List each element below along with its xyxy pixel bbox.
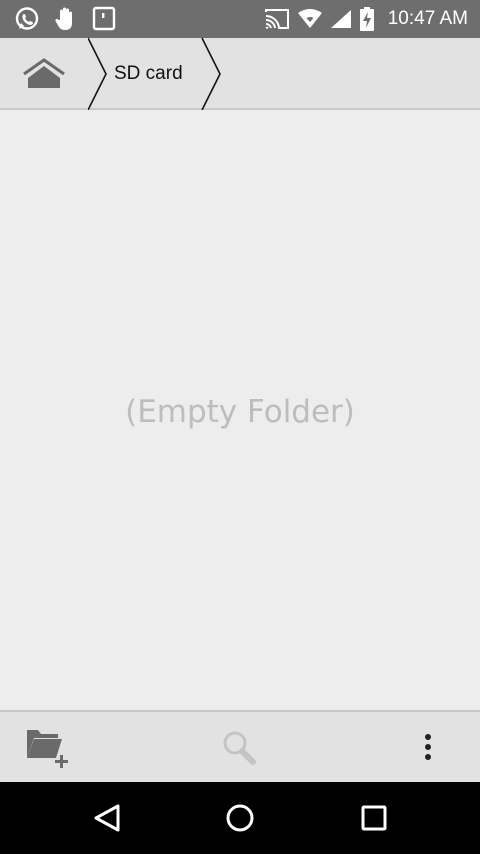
signal-icon	[330, 9, 352, 29]
search-icon	[223, 731, 256, 765]
file-list[interactable]: (Empty Folder)	[0, 112, 480, 710]
breadcrumb-item-label: SD card	[114, 63, 183, 84]
recents-icon	[361, 805, 387, 831]
clock: 10:47 AM	[387, 8, 468, 29]
system-icons: 10:47 AM	[264, 6, 468, 32]
hand-icon	[54, 6, 78, 32]
new-folder-icon	[27, 730, 68, 768]
bottom-toolbar	[0, 710, 480, 782]
wifi-icon	[297, 9, 322, 29]
back-button[interactable]	[88, 798, 128, 838]
notification-icons	[14, 6, 116, 32]
home-nav-button[interactable]	[220, 798, 260, 838]
new-folder-button[interactable]	[24, 724, 72, 772]
navigation-bar	[0, 782, 480, 854]
home-circle-icon	[226, 804, 254, 832]
home-button[interactable]	[18, 54, 70, 94]
recents-button[interactable]	[354, 798, 394, 838]
more-vert-icon	[425, 734, 431, 760]
whatsapp-icon	[14, 6, 40, 32]
back-icon	[94, 804, 120, 832]
overflow-menu-button[interactable]	[404, 724, 452, 772]
breadcrumb-item-sdcard[interactable]: SD card	[88, 38, 222, 110]
battery-charging-icon	[359, 7, 374, 31]
breadcrumb: SD card	[0, 38, 480, 110]
sdcard-notification-icon	[92, 6, 116, 32]
cast-icon	[264, 8, 290, 30]
search-button[interactable]	[216, 724, 264, 772]
home-icon	[23, 58, 65, 88]
status-bar: 10:47 AM	[0, 0, 480, 38]
empty-folder-message: (Empty Folder)	[125, 394, 355, 430]
